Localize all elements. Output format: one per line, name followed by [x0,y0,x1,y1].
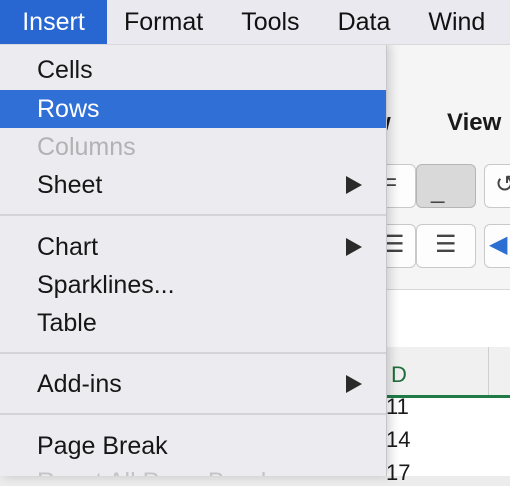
align-right-button[interactable]: ☰ [416,224,476,268]
cell-value[interactable]: 11 [386,394,409,420]
menu-window[interactable]: Wind [404,0,499,44]
menu-item-label: Sheet [37,170,103,199]
ribbon-tab-view[interactable]: View [447,109,501,137]
indent-button[interactable]: ◀ [484,224,510,268]
menu-item-sheet[interactable]: Sheet [0,166,386,204]
menu-item-rows[interactable]: Rows [0,90,386,128]
menu-item-label: Cells [37,55,93,84]
submenu-arrow-icon [346,375,362,393]
menu-bar: Insert Format Tools Data Wind [0,0,510,45]
align-right-icon: ☰ [435,231,457,258]
menu-item-label: Add-ins [37,369,122,398]
menu-item-reset-page-breaks[interactable]: Reset All Page Breaks [0,463,386,477]
cell-value[interactable]: 14 [386,427,410,453]
align-bottom-icon: _ [431,177,445,204]
menu-data[interactable]: Data [314,0,405,44]
menu-separator [0,214,386,216]
menu-item-page-break[interactable]: Page Break [0,427,386,465]
menu-item-columns: Columns [0,128,386,166]
menu-item-label: Page Break [37,431,168,460]
menu-item-label: Table [37,308,97,337]
insert-menu-dropdown: Cells Rows Columns Sheet Chart Sparkline… [0,44,387,476]
menu-item-table[interactable]: Table [0,304,386,342]
menu-item-label: Chart [37,232,99,261]
menu-item-label: Columns [37,132,136,161]
menu-item-add-ins[interactable]: Add-ins [0,365,386,403]
wrap-text-button[interactable]: ↺ [484,164,510,208]
wrap-text-icon: ↺ [495,171,510,198]
menu-tools[interactable]: Tools [217,0,313,44]
column-divider [488,347,489,397]
menu-item-chart[interactable]: Chart [0,228,386,266]
menu-item-label: Reset All Page Breaks [37,468,286,477]
menu-item-sparklines[interactable]: Sparklines... [0,266,386,304]
menu-item-label: Sparklines... [37,270,175,299]
arrow-left-icon: ◀ [489,231,508,258]
menu-separator [0,352,386,354]
menu-insert[interactable]: Insert [0,0,107,44]
menu-separator [0,413,386,415]
menu-item-label: Rows [37,94,100,123]
menu-item-cells[interactable]: Cells [0,51,386,89]
cell-value[interactable]: 17 [386,460,410,486]
submenu-arrow-icon [346,238,362,256]
align-bottom-button[interactable]: _ [416,164,476,208]
submenu-arrow-icon [346,176,362,194]
menu-format[interactable]: Format [107,0,217,44]
column-header-d[interactable]: D [391,362,407,388]
